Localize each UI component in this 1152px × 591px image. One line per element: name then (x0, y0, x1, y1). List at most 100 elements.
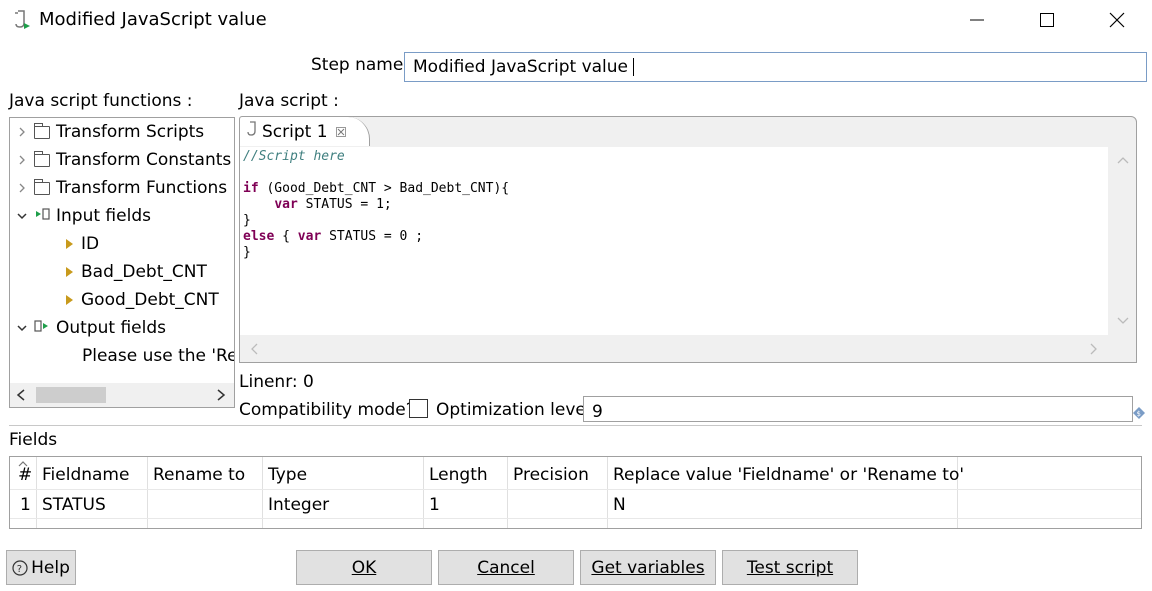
column-header-rename[interactable]: Rename to (153, 465, 245, 485)
field-icon (66, 295, 73, 305)
folder-icon (33, 122, 50, 139)
column-header-replace[interactable]: Replace value 'Fieldname' or 'Rename to' (613, 465, 964, 485)
maximize-button[interactable] (1024, 0, 1070, 40)
ok-button[interactable]: OK (296, 550, 432, 585)
tree-item-output-fields[interactable]: Output fields (10, 314, 166, 342)
svg-text:?: ? (17, 564, 22, 575)
optimization-level-label: Optimization level (436, 400, 591, 420)
scroll-right-icon[interactable] (1090, 343, 1098, 355)
compatibility-mode-checkbox[interactable] (409, 399, 428, 418)
optimization-level-input[interactable]: 9 (583, 396, 1133, 422)
step-name-label: Step name (311, 55, 404, 75)
chevron-right-icon[interactable] (10, 183, 34, 193)
field-icon (66, 239, 73, 249)
code-horizontal-scrollbar[interactable] (240, 336, 1108, 362)
column-header-type[interactable]: Type (268, 465, 307, 485)
code-line: var STATUS = 1; (274, 197, 392, 212)
functions-tree[interactable]: Transform Scripts Transform Constants Tr… (9, 117, 235, 408)
cell-replace[interactable]: N (613, 495, 626, 515)
title-bar: Modified JavaScript value (0, 0, 1152, 42)
window-title: Modified JavaScript value (39, 9, 267, 30)
close-button[interactable] (1094, 0, 1140, 40)
optimization-level-value: 9 (592, 402, 603, 422)
text-caret (633, 58, 634, 76)
code-line: } (243, 245, 251, 260)
cell-type[interactable]: Integer (268, 495, 329, 515)
cell-fieldname[interactable]: STATUS (42, 495, 106, 515)
cell-length[interactable]: 1 (429, 495, 440, 515)
code-line: else { var STATUS = 0 ; (243, 229, 424, 244)
maximize-icon (1040, 13, 1054, 27)
tree-item-label: Please use the 'Rep (82, 346, 235, 366)
script-label: Java script : (239, 91, 339, 111)
column-header-precision[interactable]: Precision (513, 465, 589, 485)
minimize-icon (970, 19, 984, 21)
divider (9, 425, 1142, 426)
help-icon: ? (12, 559, 28, 576)
tree-item-label: ID (81, 234, 100, 254)
tree-item-transform-scripts[interactable]: Transform Scripts (10, 118, 204, 146)
code-line: if (Good_Debt_CNT > Bad_Debt_CNT){ (243, 181, 510, 196)
column-header-fieldname[interactable]: Fieldname (42, 465, 129, 485)
script-icon (246, 121, 258, 142)
scroll-left-icon[interactable] (16, 389, 26, 401)
fields-table[interactable]: # Fieldname Rename to Type Length Precis… (9, 456, 1142, 529)
scroll-up-icon[interactable] (1117, 156, 1129, 164)
get-variables-button[interactable]: Get variables (580, 550, 716, 585)
script-editor: Script 1 //Script here if (Good_Debt_CNT… (239, 116, 1137, 363)
code-line: //Script here (243, 149, 345, 164)
minimize-button[interactable] (954, 0, 1000, 40)
tree-item-label: Output fields (56, 318, 166, 338)
tab-close-icon[interactable] (335, 122, 346, 142)
step-name-input[interactable]: Modified JavaScript value (404, 52, 1147, 82)
tree-item-field-bad-debt[interactable]: Bad_Debt_CNT (66, 258, 207, 286)
tree-item-output-hint: Please use the 'Rep (82, 342, 235, 370)
scroll-right-icon[interactable] (216, 389, 226, 401)
chevron-right-icon[interactable] (10, 155, 34, 165)
column-header-length[interactable]: Length (429, 465, 488, 485)
tree-item-label: Input fields (56, 206, 151, 226)
row-number: 1 (20, 495, 31, 515)
fields-label: Fields (9, 430, 58, 450)
tree-item-label: Good_Debt_CNT (81, 290, 219, 310)
tree-item-transform-constants[interactable]: Transform Constants (10, 146, 231, 174)
chevron-down-icon[interactable] (10, 324, 34, 332)
tree-item-label: Transform Scripts (56, 122, 205, 142)
tree-item-label: Bad_Debt_CNT (81, 262, 207, 282)
step-name-value: Modified JavaScript value (413, 57, 628, 77)
tree-item-field-good-debt[interactable]: Good_Debt_CNT (66, 286, 219, 314)
functions-label: Java script functions : (9, 91, 193, 111)
javascript-step-icon (12, 9, 32, 31)
test-script-button[interactable]: Test script (722, 550, 858, 585)
chevron-down-icon[interactable] (10, 212, 34, 220)
tree-item-label: Transform Constants (56, 150, 232, 170)
tree-item-transform-functions[interactable]: Transform Functions (10, 174, 227, 202)
tab-script-1[interactable]: Script 1 (240, 117, 370, 146)
input-fields-icon (34, 206, 50, 226)
column-header-number[interactable]: # (18, 465, 32, 485)
help-label: Help (31, 557, 70, 578)
chevron-right-icon[interactable] (10, 127, 34, 137)
svg-text:$: $ (1137, 410, 1141, 418)
variable-icon[interactable]: $ (1133, 404, 1145, 424)
tree-item-field-id[interactable]: ID (66, 230, 99, 258)
code-vertical-scrollbar[interactable] (1110, 147, 1136, 335)
output-fields-icon (34, 318, 50, 338)
folder-icon (33, 178, 50, 195)
scroll-down-icon[interactable] (1117, 317, 1129, 325)
code-line: } (243, 213, 251, 228)
tab-label: Script 1 (262, 121, 328, 142)
cancel-button[interactable]: Cancel (438, 550, 574, 585)
code-area[interactable]: //Script here if (Good_Debt_CNT > Bad_De… (240, 147, 1108, 335)
field-icon (66, 267, 73, 277)
tree-item-input-fields[interactable]: Input fields (10, 202, 151, 230)
help-button[interactable]: ? Help (6, 550, 76, 585)
compatibility-mode-label: Compatibility mode? (239, 400, 415, 420)
tree-item-label: Transform Functions (56, 178, 228, 198)
scroll-left-icon[interactable] (250, 343, 258, 355)
line-number-label: Linenr: 0 (239, 372, 314, 392)
folder-icon (33, 150, 50, 167)
scroll-thumb[interactable] (36, 387, 106, 403)
tree-horizontal-scrollbar[interactable] (10, 383, 234, 407)
